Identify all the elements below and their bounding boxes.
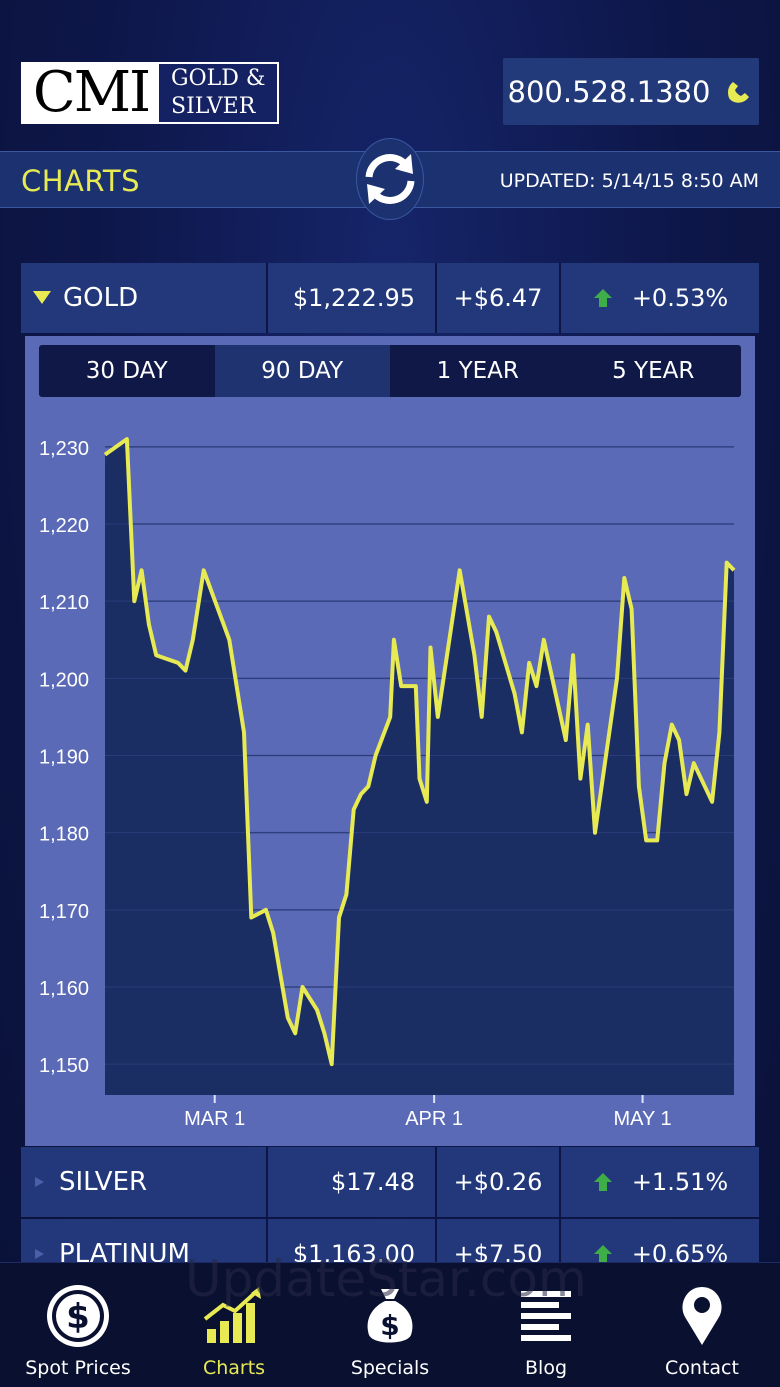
y-tick-label: 1,230: [39, 438, 89, 460]
triangle-right-icon: [35, 1249, 44, 1259]
metal-name: SILVER: [59, 1167, 148, 1197]
nav-label: Charts: [202, 1357, 266, 1379]
svg-text:$: $: [380, 1309, 399, 1342]
refresh-button[interactable]: [356, 138, 424, 220]
nav-charts[interactable]: Charts: [156, 1263, 312, 1387]
triangle-right-icon: [35, 1177, 44, 1187]
metal-price: $17.48: [268, 1147, 437, 1217]
logo-cmi-text: CMI: [23, 64, 159, 122]
bottom-nav: $ Spot Prices Charts $ Specials Blog Con…: [0, 1262, 780, 1387]
y-tick-label: 1,150: [39, 1055, 89, 1077]
map-pin-icon: [669, 1283, 735, 1349]
metal-price: $1,222.95: [268, 263, 437, 333]
y-tick-label: 1,170: [39, 901, 89, 923]
nav-contact[interactable]: Contact: [624, 1263, 780, 1387]
metal-pct-cell: +1.51%: [561, 1147, 759, 1217]
nav-label: Blog: [525, 1357, 567, 1379]
arrow-up-icon: [593, 1173, 612, 1191]
nav-label: Spot Prices: [25, 1357, 131, 1379]
updated-timestamp: UPDATED: 5/14/15 8:50 AM: [499, 170, 759, 192]
x-tick-label: MAY 1: [613, 1108, 671, 1130]
metal-name: GOLD: [63, 283, 139, 313]
logo-line-2: SILVER: [171, 94, 256, 119]
logo-line-1: GOLD &: [171, 66, 266, 91]
phone-number: 800.528.1380: [507, 74, 711, 109]
nav-specials[interactable]: $ Specials: [312, 1263, 468, 1387]
metal-pct: +1.51%: [631, 1168, 729, 1196]
metal-pct: +0.53%: [631, 284, 729, 312]
gold-price-chart: 1,230 1,220 1,210 1,200 1,190 1,180 1,170 1,160…: [39, 437, 736, 1130]
phone-icon: [728, 81, 750, 103]
dollar-circle-icon: $: [45, 1283, 111, 1349]
metal-change: +$0.26: [437, 1147, 561, 1217]
svg-text:$: $: [66, 1297, 90, 1337]
nav-blog[interactable]: Blog: [468, 1263, 624, 1387]
lines-icon: [513, 1283, 579, 1349]
call-button[interactable]: 800.528.1380: [503, 58, 759, 125]
cmi-logo[interactable]: CMI GOLD & SILVER: [21, 62, 279, 124]
y-tick-label: 1,210: [39, 592, 89, 614]
triangle-down-icon: [33, 291, 51, 304]
metal-name-cell: SILVER: [21, 1147, 268, 1217]
refresh-icon: [365, 154, 415, 204]
x-tick-label: MAR 1: [184, 1108, 245, 1130]
bar-chart-icon: [201, 1283, 267, 1349]
app-screen: CMI GOLD & SILVER 800.528.1380 CHARTS UP…: [0, 0, 780, 1387]
x-tick-label: APR 1: [405, 1108, 463, 1130]
y-tick-label: 1,220: [39, 515, 89, 537]
metal-row-gold[interactable]: GOLD $1,222.95 +$6.47 +0.53%: [21, 263, 759, 333]
metal-name-cell: GOLD: [21, 263, 268, 333]
nav-label: Contact: [665, 1357, 739, 1379]
nav-label: Specials: [350, 1357, 430, 1379]
y-tick-label: 1,190: [39, 747, 89, 769]
arrow-up-icon: [593, 289, 612, 307]
page-title: CHARTS: [21, 164, 141, 198]
money-bag-icon: $: [357, 1283, 423, 1349]
y-tick-label: 1,200: [39, 669, 89, 691]
y-tick-label: 1,160: [39, 978, 89, 1000]
chart-panel: 30 DAY 90 DAY 1 YEAR 5 YEAR 1,230 1,220 1,…: [25, 336, 755, 1146]
metal-change: +$6.47: [437, 263, 561, 333]
nav-spot-prices[interactable]: $ Spot Prices: [0, 1263, 156, 1387]
logo-gold-silver: GOLD & SILVER: [159, 64, 277, 122]
y-tick-label: 1,180: [39, 824, 89, 846]
metal-row-silver[interactable]: SILVER $17.48 +$0.26 +1.51%: [21, 1147, 759, 1217]
metal-pct-cell: +0.53%: [561, 263, 759, 333]
